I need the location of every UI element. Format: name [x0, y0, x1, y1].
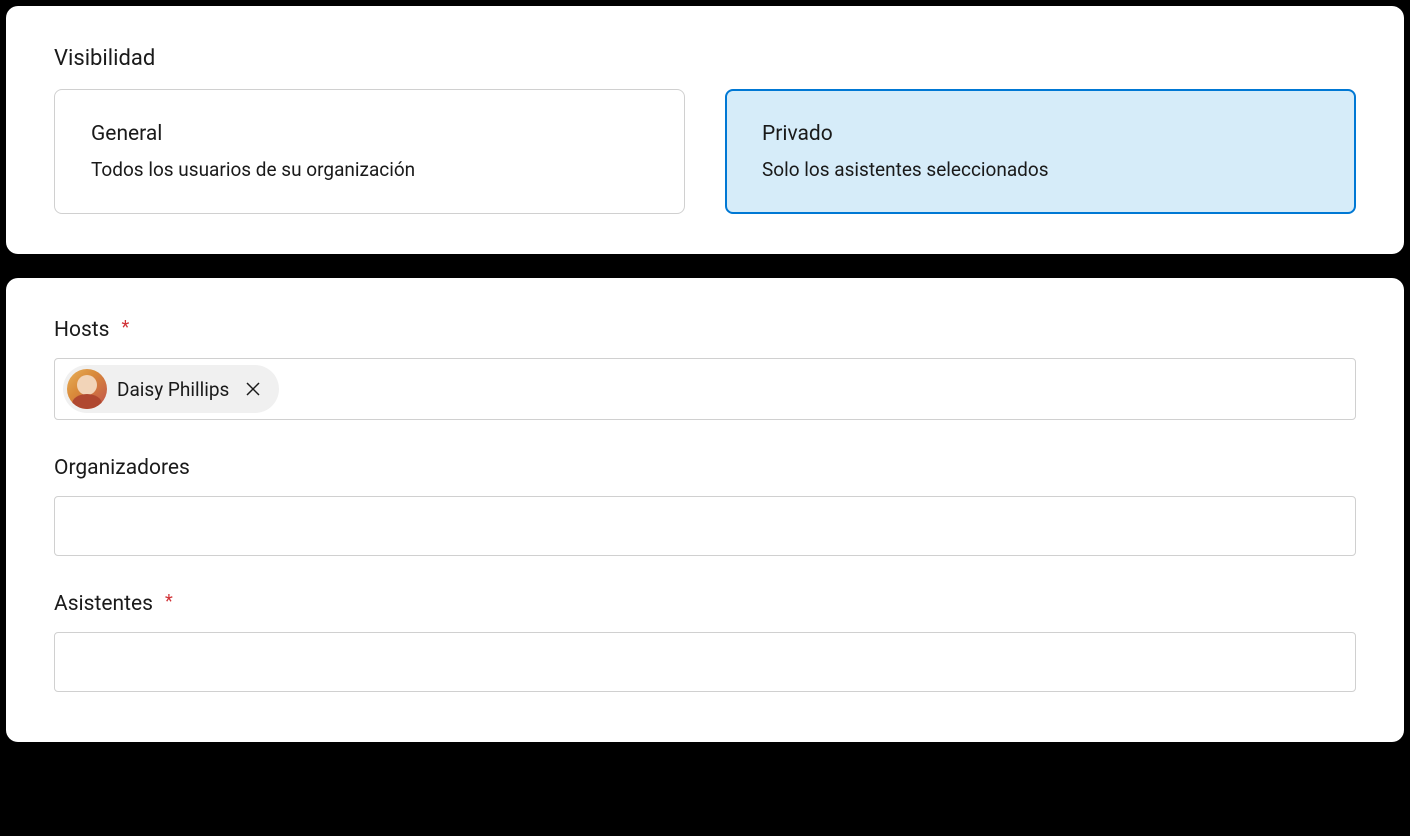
hosts-text-input[interactable]: [285, 371, 1347, 408]
close-icon: [245, 381, 261, 397]
participants-card: Hosts * Daisy Phillips Organizadores: [6, 278, 1404, 742]
attendees-field: Asistentes *: [54, 592, 1356, 692]
visibility-card: Visibilidad General Todos los usuarios d…: [6, 6, 1404, 254]
attendees-label: Asistentes *: [54, 592, 1356, 616]
organizers-text-input[interactable]: [63, 508, 1347, 545]
label-text: Organizadores: [54, 456, 190, 480]
organizers-label: Organizadores: [54, 456, 1356, 480]
option-desc: Solo los asistentes seleccionados: [762, 158, 1319, 181]
visibility-option-private[interactable]: Privado Solo los asistentes seleccionado…: [725, 89, 1356, 214]
option-desc: Todos los usuarios de su organización: [91, 158, 648, 181]
visibility-option-general[interactable]: General Todos los usuarios de su organiz…: [54, 89, 685, 214]
required-star-icon: *: [165, 591, 173, 612]
avatar: [67, 369, 107, 409]
visibility-title: Visibilidad: [54, 46, 1356, 71]
hosts-field: Hosts * Daisy Phillips: [54, 318, 1356, 420]
label-text: Asistentes: [54, 592, 153, 616]
attendees-input[interactable]: [54, 632, 1356, 692]
attendees-text-input[interactable]: [63, 644, 1347, 681]
hosts-input[interactable]: Daisy Phillips: [54, 358, 1356, 420]
chip-name: Daisy Phillips: [117, 378, 229, 401]
organizers-input[interactable]: [54, 496, 1356, 556]
option-title: Privado: [762, 122, 1319, 146]
host-chip: Daisy Phillips: [63, 365, 279, 413]
label-text: Hosts: [54, 318, 110, 342]
visibility-options: General Todos los usuarios de su organiz…: [54, 89, 1356, 214]
hosts-label: Hosts *: [54, 318, 1356, 342]
option-title: General: [91, 122, 648, 146]
chip-remove-button[interactable]: [239, 381, 267, 397]
organizers-field: Organizadores: [54, 456, 1356, 556]
required-star-icon: *: [122, 317, 130, 338]
